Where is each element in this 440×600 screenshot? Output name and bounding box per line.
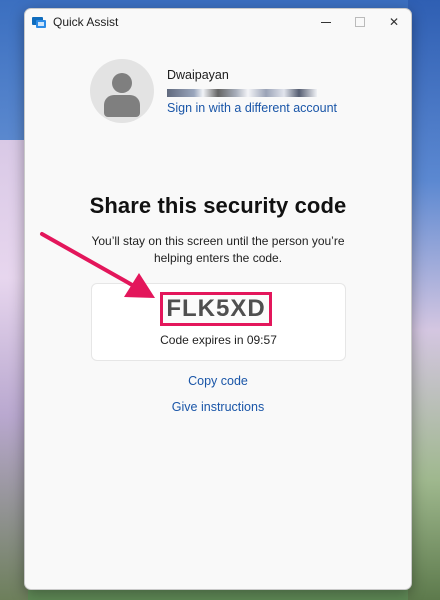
quick-assist-icon <box>32 17 46 28</box>
security-code[interactable]: FLK5XD <box>166 295 265 323</box>
instruction-text: You’ll stay on this screen until the per… <box>91 234 345 265</box>
page-title: Share this security code <box>89 193 347 218</box>
security-code-card: FLK5XD Code expires in 09:57 <box>91 283 346 361</box>
window-title: Quick Assist <box>53 15 119 29</box>
quick-assist-window: Quick Assist ✕ Dwaipayan Sign in with a … <box>24 8 412 590</box>
minimize-icon <box>321 21 331 23</box>
minimize-button[interactable] <box>309 9 343 35</box>
copy-code-link[interactable]: Copy code <box>25 374 411 388</box>
redacted-email <box>167 89 317 97</box>
switch-account-link[interactable]: Sign in with a different account <box>167 101 337 115</box>
desktop-wallpaper-right <box>408 0 440 600</box>
title-bar[interactable]: Quick Assist ✕ <box>25 9 411 35</box>
account-name: Dwaipayan <box>167 68 229 82</box>
close-icon: ✕ <box>388 15 400 29</box>
maximize-button[interactable] <box>343 9 377 35</box>
maximize-icon <box>355 17 365 27</box>
code-highlight-box: FLK5XD <box>160 292 272 326</box>
user-avatar-icon <box>90 59 154 123</box>
code-expiry-text: Code expires in 09:57 <box>160 333 277 347</box>
close-button[interactable]: ✕ <box>377 9 411 35</box>
give-instructions-link[interactable]: Give instructions <box>25 400 411 414</box>
